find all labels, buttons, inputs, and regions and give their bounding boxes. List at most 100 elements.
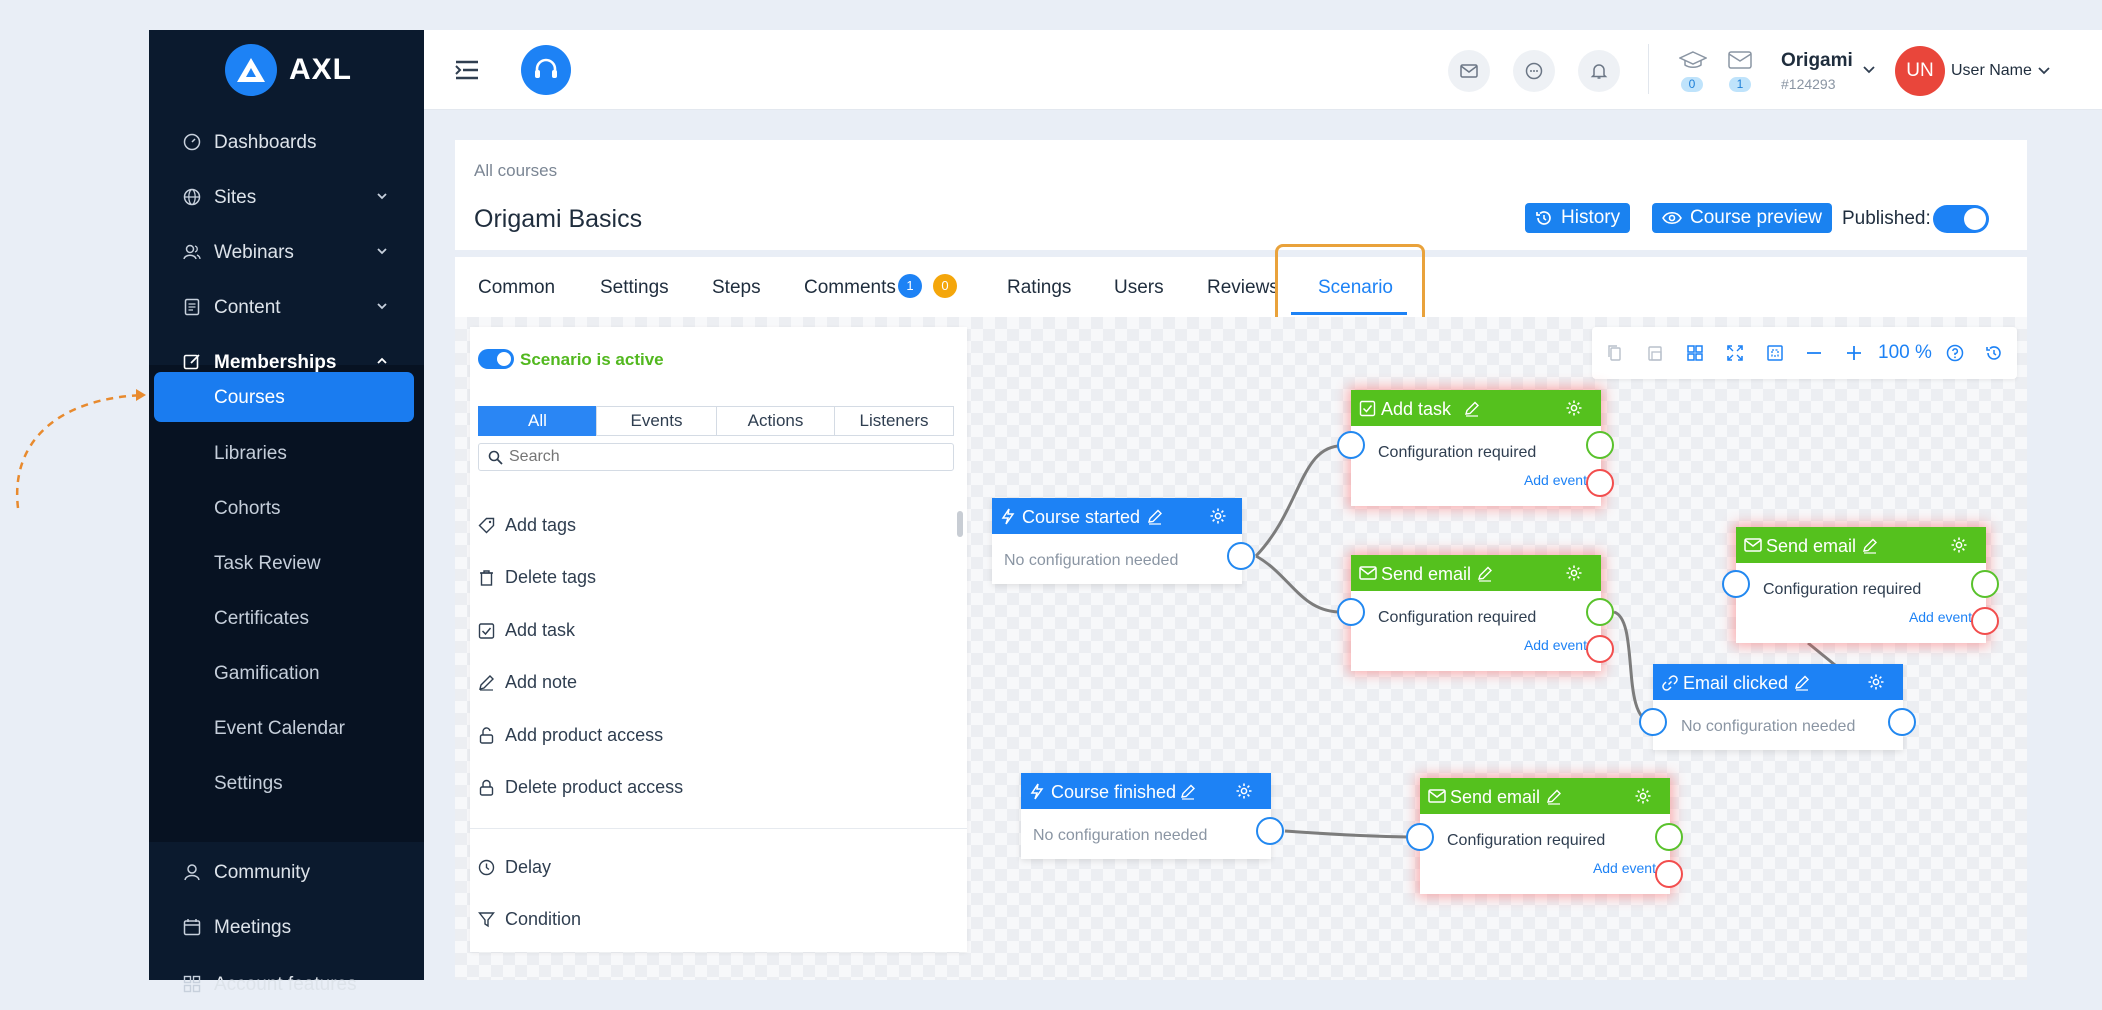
zoom-out-icon[interactable] [1805,344,1823,362]
node-title: Email clicked [1683,673,1789,693]
node-success-port[interactable] [1586,598,1614,626]
node-title: Course finished [1051,782,1177,802]
action-add-task[interactable]: Add task [478,620,575,641]
zoom-in-icon[interactable] [1845,344,1863,362]
gear-icon[interactable] [1867,673,1885,691]
copy-icon[interactable] [1606,344,1624,362]
action-add-tags[interactable]: Add tags [478,515,576,536]
action-add-note[interactable]: Add note [478,672,577,693]
search-field[interactable] [478,443,954,471]
node-body: Configuration required [1378,444,1537,461]
node-course-started[interactable]: Course started No configuration needed [992,498,1255,584]
panel-divider [470,828,967,829]
gear-icon[interactable] [1950,536,1968,554]
action-add-product-access[interactable]: Add product access [478,725,663,746]
action-label: Add task [505,620,576,640]
node-input-port[interactable] [1337,431,1365,459]
add-event-link[interactable]: Add event [1524,472,1587,488]
gear-icon[interactable] [1235,782,1253,800]
add-event-link[interactable]: Add event [1909,609,1972,625]
edit-icon[interactable] [1794,675,1810,691]
history-icon[interactable] [1985,344,2003,362]
action-label: Delete product access [505,777,684,797]
node-failure-port[interactable] [1586,469,1614,497]
node-input-port[interactable] [1337,598,1365,626]
scenario-active-toggle[interactable] [478,349,514,369]
trash-icon [480,570,493,586]
filter-events[interactable]: Events [596,406,717,436]
add-event-link[interactable]: Add event [1524,637,1587,653]
node-header[interactable]: Add task [1351,390,1601,426]
gear-icon[interactable] [1209,507,1227,525]
paste-icon[interactable] [1646,344,1664,362]
node-send-email[interactable]: Send email Configuration required Add ev… [1337,555,1614,671]
node-output-port[interactable] [1888,708,1916,736]
pencil-icon [479,675,494,691]
action-label: Add product access [505,725,664,745]
node-header[interactable]: Send email [1736,527,1986,563]
mail-icon [1359,566,1377,580]
grid-layout-icon[interactable] [1686,344,1704,362]
edit-icon[interactable] [1147,509,1163,525]
selection-icon[interactable] [1766,344,1784,362]
node-body: No configuration needed [1004,552,1179,569]
action-delete-product-access[interactable]: Delete product access [478,777,683,798]
node-body: Configuration required [1447,832,1606,849]
help-icon[interactable] [1946,344,1964,362]
node-input-port[interactable] [1722,570,1750,598]
action-label: Add tags [505,515,577,535]
search-icon [488,450,503,465]
logic-condition[interactable]: Condition [478,909,581,930]
node-title: Course started [1022,507,1141,527]
node-failure-port[interactable] [1586,635,1614,663]
node-send-email[interactable]: Send email Configuration required Add ev… [1722,527,1999,643]
node-header[interactable]: Email clicked [1653,664,1903,700]
node-success-port[interactable] [1971,570,1999,598]
node-output-port[interactable] [1256,817,1284,845]
node-title: Send email [1450,787,1541,807]
filter-listeners[interactable]: Listeners [834,406,954,436]
node-header[interactable]: Send email [1351,555,1601,591]
mail-icon [1744,538,1762,552]
add-event-link[interactable]: Add event [1593,860,1656,876]
checkbox-icon [478,623,495,639]
lightning-icon [1030,783,1044,800]
node-success-port[interactable] [1586,431,1614,459]
logic-delay[interactable]: Delay [478,857,551,878]
lock-icon [479,779,494,796]
filter-actions[interactable]: Actions [716,406,835,436]
edit-icon[interactable] [1464,401,1480,417]
tag-icon [478,517,495,534]
gear-icon[interactable] [1565,399,1583,417]
edit-icon[interactable] [1546,789,1562,805]
node-output-port[interactable] [1227,542,1255,570]
node-failure-port[interactable] [1971,607,1999,635]
filter-all[interactable]: All [478,406,597,436]
node-header[interactable]: Course finished [1021,773,1271,809]
action-delete-tags[interactable]: Delete tags [478,567,596,588]
edit-icon[interactable] [1477,566,1493,582]
node-header[interactable]: Course started [992,498,1242,534]
gear-icon[interactable] [1634,787,1652,805]
node-email-clicked[interactable]: Email clicked No configuration needed [1639,664,1916,750]
node-title: Add task [1381,399,1452,419]
node-input-port[interactable] [1406,823,1434,851]
node-course-finished[interactable]: Course finished No configuration needed [1021,773,1284,859]
zoom-level: 100 % [1878,342,1932,363]
node-send-email[interactable]: Send email Configuration required Add ev… [1406,778,1683,894]
mail-icon [1428,789,1446,803]
search-input[interactable] [509,447,939,467]
node-failure-port[interactable] [1655,860,1683,888]
fit-screen-icon[interactable] [1726,344,1744,362]
gear-icon[interactable] [1565,564,1583,582]
node-header[interactable]: Send email [1420,778,1670,814]
node-input-port[interactable] [1639,708,1667,736]
canvas-toolbar: 100 % [1592,327,2017,379]
edit-icon[interactable] [1180,784,1196,800]
logic-label: Condition [505,909,582,929]
node-success-port[interactable] [1655,823,1683,851]
edit-icon[interactable] [1862,538,1878,554]
clock-icon [478,859,495,876]
node-add-task[interactable]: Add task Configuration required Add even… [1337,390,1614,506]
panel-scrollbar[interactable] [957,511,963,537]
